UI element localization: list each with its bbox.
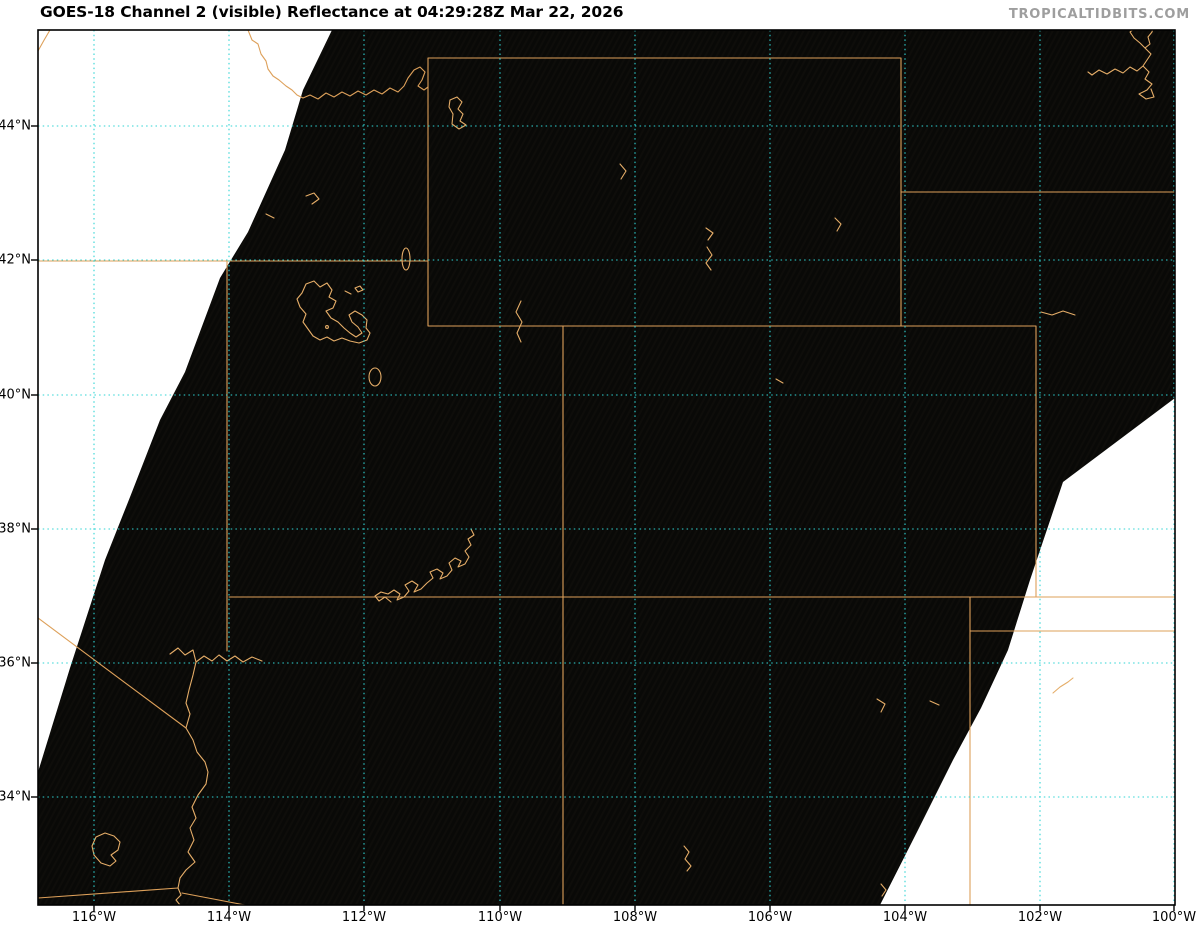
lon-tick-label: 108°W (612, 910, 658, 925)
lon-tick-label: 116°W (71, 910, 117, 925)
lat-tick-label: 36°N (0, 655, 31, 671)
lon-tick-label: 112°W (341, 910, 387, 925)
lat-tick-label: 42°N (0, 252, 31, 268)
lon-tick-label: 114°W (206, 910, 252, 925)
lat-tick-label: 38°N (0, 521, 31, 537)
lat-tick-label: 40°N (0, 387, 31, 403)
lon-tick-label: 110°W (477, 910, 523, 925)
satellite-map-page: GOES-18 Channel 2 (visible) Reflectance … (0, 0, 1200, 929)
lon-tick-label: 102°W (1017, 910, 1063, 925)
lon-tick-label: 100°W (1151, 910, 1197, 925)
lat-tick-label: 34°N (0, 789, 31, 805)
lat-tick-label: 44°N (0, 118, 31, 134)
satellite-map-plot (31, 29, 1176, 911)
lon-tick-label: 106°W (747, 910, 793, 925)
lon-tick-label: 104°W (882, 910, 928, 925)
